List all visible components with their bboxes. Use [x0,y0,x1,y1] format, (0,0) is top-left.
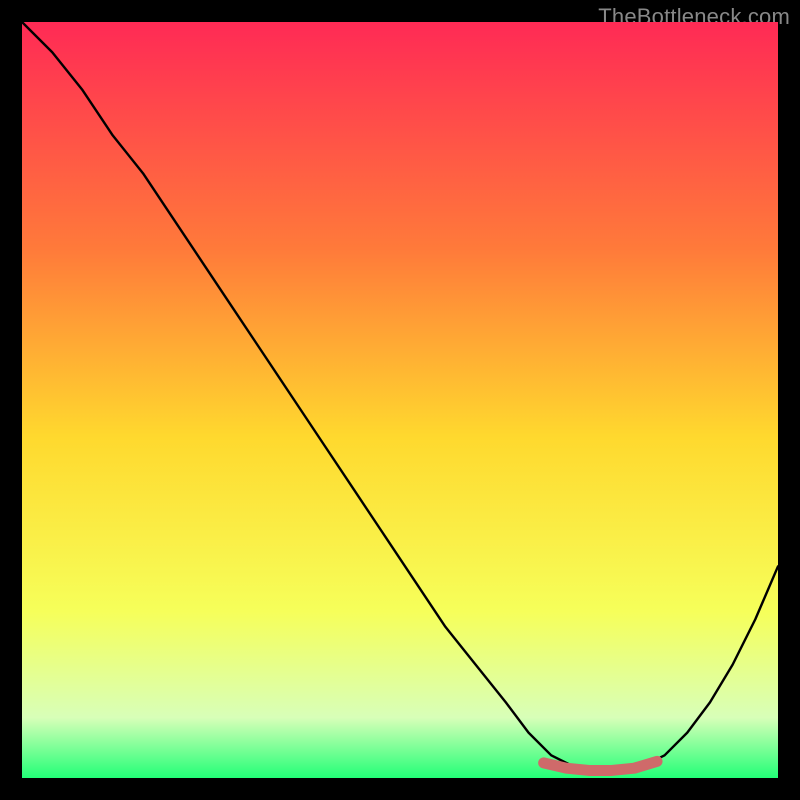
chart-frame: TheBottleneck.com [0,0,800,800]
gradient-background [22,22,778,778]
plot-area [22,22,778,778]
bottleneck-curve-chart [22,22,778,778]
